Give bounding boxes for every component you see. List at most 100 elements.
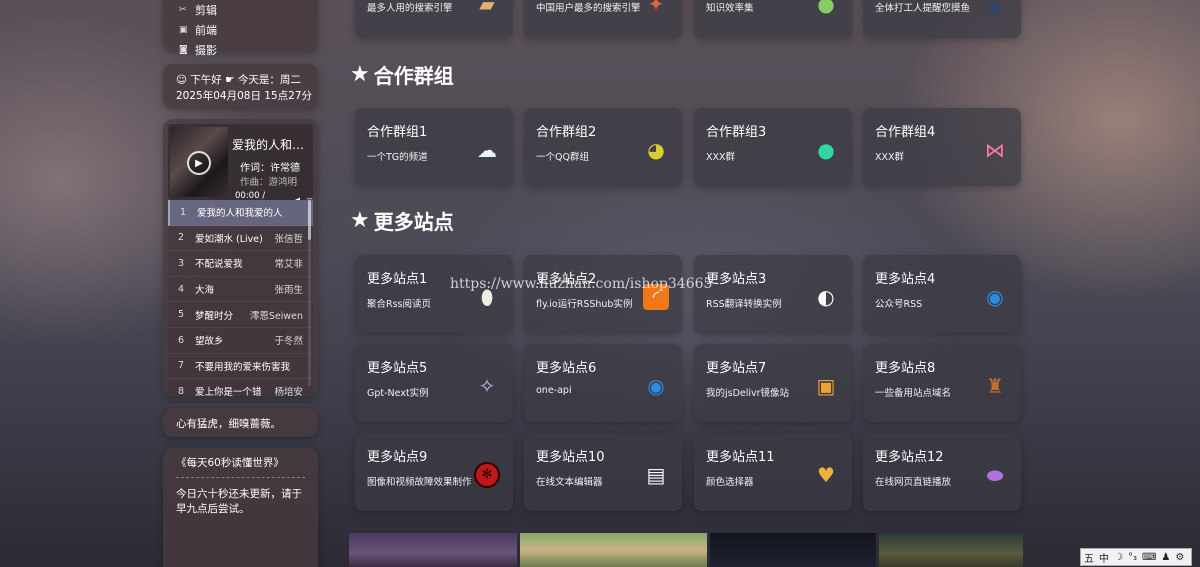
song-lyricist: 作词：许常德 bbox=[240, 163, 300, 174]
site-card[interactable]: 中国用户最多的搜索引擎 ✦ bbox=[524, 0, 682, 38]
astronaut-icon: ✧ bbox=[478, 374, 496, 398]
track-name: 望故乡 bbox=[195, 336, 224, 348]
pixel-art-image[interactable] bbox=[349, 533, 517, 567]
site-card[interactable]: 更多站点2 fly.io运行RSShub实例 ◜ bbox=[524, 255, 682, 333]
link-photo-label: 摄影 bbox=[195, 44, 217, 57]
ime-chinese-icon[interactable]: 中 bbox=[1099, 550, 1109, 565]
calendar-icon: ▤ bbox=[646, 463, 666, 487]
paw-icon: ✦ bbox=[647, 0, 665, 16]
bow-icon: ⋈ bbox=[985, 138, 1005, 162]
punctuation-icon[interactable]: °₃ bbox=[1128, 552, 1137, 563]
site-card[interactable]: 更多站点12 在线网页直链播放 ⬬ bbox=[863, 433, 1021, 511]
group-card[interactable]: 合作群组1 一个TG的频道 ☁ bbox=[355, 108, 513, 186]
ime-toolbar[interactable]: 五 中 ☽ °₃ ⌨ ♟ ⚙ bbox=[1080, 548, 1192, 566]
playlist-scrollbar[interactable] bbox=[308, 200, 311, 386]
card-title: 更多站点3 bbox=[706, 272, 767, 287]
link-photo[interactable]: ◙ 摄影 bbox=[179, 40, 318, 60]
news-title[interactable]: 《每天60秒读懂世界》 bbox=[176, 455, 305, 478]
card-desc: 一个QQ群组 bbox=[536, 152, 589, 163]
site-card[interactable]: 更多站点4 公众号RSS ◉ bbox=[863, 255, 1021, 333]
section-title-more: ★ 更多站点 bbox=[350, 206, 454, 235]
card-desc: 图像和视频故障效果制作 bbox=[367, 477, 472, 488]
card-title: 更多站点12 bbox=[875, 450, 944, 465]
cat-icon: ▲ bbox=[987, 0, 1003, 16]
section-title-text: 合作群组 bbox=[373, 64, 454, 88]
pixel-art-image[interactable] bbox=[710, 533, 876, 567]
card-title: 更多站点1 bbox=[367, 272, 428, 287]
playlist-item[interactable]: 4 大海 张雨生 bbox=[168, 276, 313, 303]
penguin-icon: ◐ bbox=[817, 285, 835, 309]
group-card[interactable]: 合作群组2 一个QQ群组 ◕ bbox=[524, 108, 682, 186]
card-title: 更多站点5 bbox=[367, 361, 428, 376]
settings-icon[interactable]: ⚙ bbox=[1175, 552, 1184, 563]
track-number: 2 bbox=[178, 232, 185, 244]
card-desc: 颜色选择器 bbox=[706, 477, 754, 488]
site-card[interactable]: 更多站点1 聚合Rss阅读页 ⬮ bbox=[355, 255, 513, 333]
card-title: 更多站点10 bbox=[536, 450, 605, 465]
card-title: 合作群组1 bbox=[367, 125, 428, 140]
doraemon-icon: ◉ bbox=[986, 285, 1004, 309]
site-card[interactable]: 更多站点10 在线文本编辑器 ▤ bbox=[524, 433, 682, 511]
track-number: 5 bbox=[178, 309, 185, 321]
play-icon: ▶ bbox=[195, 157, 203, 169]
site-card-desc: 知识效率集 bbox=[706, 3, 754, 14]
link-frontend[interactable]: ▣ 前端 bbox=[179, 20, 318, 40]
volume-icon[interactable]: ◀ bbox=[293, 196, 300, 200]
site-card[interactable]: 更多站点3 RSS翻译转换实例 ◐ bbox=[694, 255, 852, 333]
play-button[interactable]: ▶ bbox=[187, 151, 211, 175]
song-title: 爱我的人和我... bbox=[232, 138, 313, 152]
star-icon: ★ bbox=[350, 208, 370, 233]
track-name: 爱上你是一个错 bbox=[195, 387, 262, 399]
card-title: 更多站点8 bbox=[875, 361, 936, 376]
album-cover: ▶ bbox=[170, 127, 228, 197]
group-card[interactable]: 合作群组3 XXX群 ● bbox=[694, 108, 852, 186]
category-links-card: ✂ 剪辑 ▣ 前端 ◙ 摄影 bbox=[163, 0, 318, 57]
card-desc: fly.io运行RSShub实例 bbox=[536, 299, 633, 310]
moon-icon[interactable]: ☽ bbox=[1114, 552, 1123, 563]
keyboard-icon[interactable]: ⌨ bbox=[1142, 552, 1156, 563]
card-title: 合作群组4 bbox=[875, 125, 936, 140]
smile-icon: ☺ bbox=[176, 74, 187, 86]
card-title: 更多站点4 bbox=[875, 272, 936, 287]
card-title: 更多站点6 bbox=[536, 361, 597, 376]
card-desc: XXX群 bbox=[706, 152, 736, 163]
playlist-item[interactable]: 2 爱如潮水 (Live) 张信哲 bbox=[168, 225, 313, 252]
link-edit-label: 剪辑 bbox=[195, 4, 217, 17]
site-card[interactable]: 更多站点5 Gpt-Next实例 ✧ bbox=[355, 344, 513, 422]
site-card[interactable]: 最多人用的搜索引擎 ▰ bbox=[355, 0, 513, 38]
pixel-art-image[interactable] bbox=[520, 533, 707, 567]
site-card[interactable]: 全体打工人提醒您摸鱼 ▲ bbox=[863, 0, 1021, 38]
scrollbar-thumb[interactable] bbox=[308, 200, 311, 240]
group-card[interactable]: 合作群组4 XXX群 ⋈ bbox=[863, 108, 1021, 186]
card-desc: 聚合Rss阅读页 bbox=[367, 299, 431, 310]
ghost-icon: ☁ bbox=[477, 138, 497, 162]
playlist-item[interactable]: 8 爱上你是一个错 杨培安 bbox=[168, 379, 313, 405]
pixel-art-image[interactable] bbox=[879, 533, 1023, 567]
heart-hand-icon: ♥ bbox=[817, 463, 835, 487]
greeting-card: ☺ 下午好 ☛ 今天是：周二 2025年04月08日 15点27分 bbox=[163, 64, 318, 109]
site-card[interactable]: 更多站点6 one-api ◉ bbox=[524, 344, 682, 422]
playlist-item[interactable]: 7 不要用我的爱来伤害我 bbox=[168, 353, 313, 380]
site-card[interactable]: 更多站点7 我的jsDelivr镜像站 ▣ bbox=[694, 344, 852, 422]
site-card-desc: 全体打工人提醒您摸鱼 bbox=[875, 3, 971, 14]
playlist-item[interactable]: 1 爱我的人和我爱的人 bbox=[168, 200, 313, 226]
playlist-item[interactable]: 5 梦醒时分 澪恩Seiwen bbox=[168, 302, 313, 328]
site-card[interactable]: 更多站点8 一些备用站点域名 ♜ bbox=[863, 344, 1021, 422]
alien-icon: ● bbox=[817, 138, 835, 162]
card-desc: Gpt-Next实例 bbox=[367, 388, 429, 399]
site-card[interactable]: 更多站点11 颜色选择器 ♥ bbox=[694, 433, 852, 511]
hand-icon: ☛ bbox=[225, 74, 235, 86]
site-card[interactable]: 更多站点9 图像和视频故障效果制作 ✻ bbox=[355, 433, 513, 511]
site-card[interactable]: 知识效率集 ● bbox=[694, 0, 852, 38]
user-icon[interactable]: ♟ bbox=[1161, 552, 1170, 563]
playlist-item[interactable]: 3 不配说爱我 常艾非 bbox=[168, 251, 313, 277]
playlist-item[interactable]: 6 望故乡 于冬然 bbox=[168, 327, 313, 354]
track-name: 爱如潮水 (Live) bbox=[195, 233, 263, 245]
track-name: 爱我的人和我爱的人 bbox=[197, 208, 283, 220]
card-desc: 在线文本编辑器 bbox=[536, 477, 603, 488]
track-number: 3 bbox=[178, 257, 185, 269]
pacman-ghost-icon: ◕ bbox=[647, 138, 665, 162]
frog-icon: ● bbox=[817, 0, 835, 16]
ime-mode-icon[interactable]: 五 bbox=[1084, 550, 1094, 565]
link-edit[interactable]: ✂ 剪辑 bbox=[179, 0, 318, 20]
